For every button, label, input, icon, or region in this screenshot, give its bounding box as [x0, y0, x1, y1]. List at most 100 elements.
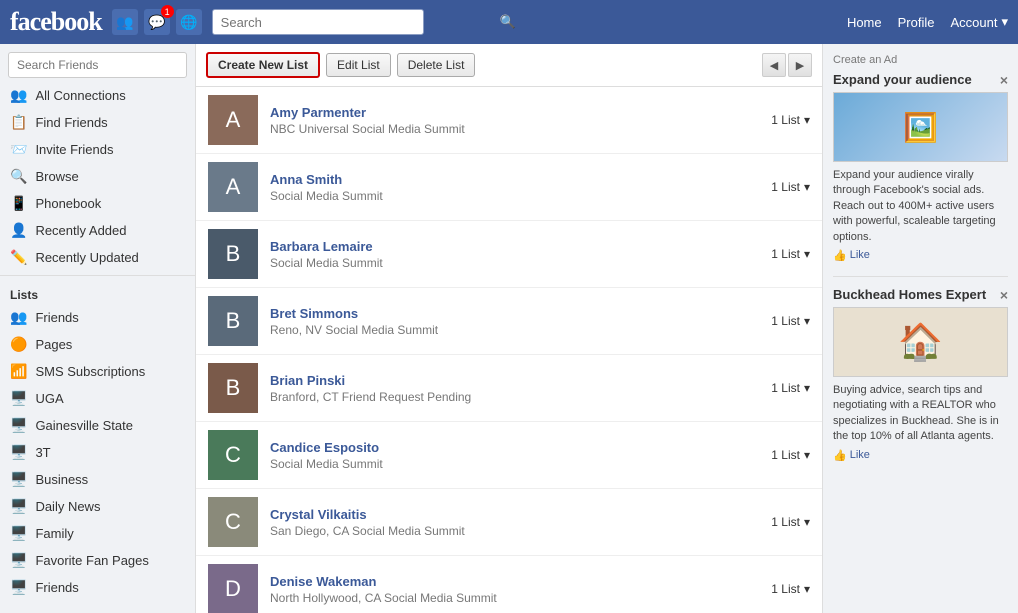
sidebar-item-gainesville[interactable]: 🖥️ Gainesville State [0, 412, 195, 439]
friend-name: Crystal Vilkaitis [270, 507, 771, 522]
sidebar-item-uga[interactable]: 🖥️ UGA [0, 385, 195, 412]
ad-1-like-button[interactable]: 👍 Like [833, 249, 1008, 262]
search-input[interactable] [212, 9, 424, 35]
chevron-down-icon: ▾ [804, 515, 810, 529]
friend-avatar: B [208, 363, 258, 413]
friend-info: Denise Wakeman North Hollywood, CA Socia… [270, 574, 771, 605]
friend-list-count: 1 List [771, 582, 800, 596]
ad-1-image: 🖼️ [833, 92, 1008, 162]
sidebar-label-find-friends: Find Friends [35, 115, 107, 130]
toolbar: Create New List Edit List Delete List ◀ … [196, 44, 822, 87]
friends-nav-icon[interactable]: 👥 [112, 9, 138, 35]
friend-list-action[interactable]: 1 List ▾ [771, 314, 810, 328]
sidebar-item-recently-added[interactable]: 👤 Recently Added [0, 217, 195, 244]
friend-list-count: 1 List [771, 247, 800, 261]
invite-friends-icon: 📨 [10, 141, 27, 158]
friend-sub: NBC Universal Social Media Summit [270, 122, 771, 136]
sidebar-item-friends2[interactable]: 🖥️ Friends [0, 574, 195, 601]
message-badge: 1 [161, 5, 174, 18]
top-navigation: facebook 👥 💬 1 🌐 🔍 Home Profile Account … [0, 0, 1018, 44]
friend-sub: Branford, CT Friend Request Pending [270, 390, 771, 404]
all-connections-icon: 👥 [10, 87, 27, 104]
create-new-list-button[interactable]: Create New List [206, 52, 320, 78]
close-ad-1-button[interactable]: × [1000, 72, 1008, 88]
facebook-logo[interactable]: facebook [10, 7, 102, 37]
sidebar-item-favorite-fan-pages[interactable]: 🖥️ Favorite Fan Pages [0, 547, 195, 574]
friend-row[interactable]: A Amy Parmenter NBC Universal Social Med… [196, 87, 822, 154]
friend-list-count: 1 List [771, 515, 800, 529]
gainesville-icon: 🖥️ [10, 417, 27, 434]
friend-row[interactable]: C Candice Esposito Social Media Summit 1… [196, 422, 822, 489]
search-friends-input[interactable] [8, 52, 187, 78]
sidebar-label-browse: Browse [35, 169, 78, 184]
friend-list-action[interactable]: 1 List ▾ [771, 381, 810, 395]
friend-avatar: A [208, 162, 258, 212]
account-button[interactable]: Account ▾ [950, 14, 1008, 30]
friend-list-action[interactable]: 1 List ▾ [771, 247, 810, 261]
right-sidebar: Create an Ad × Expand your audience 🖼️ E… [822, 44, 1018, 613]
sidebar-item-daily-news[interactable]: 🖥️ Daily News [0, 493, 195, 520]
friend-avatar: A [208, 95, 258, 145]
sidebar-item-all-connections[interactable]: 👥 All Connections [0, 82, 195, 109]
sidebar-item-pages[interactable]: 🟠 Pages [0, 331, 195, 358]
business-icon: 🖥️ [10, 471, 27, 488]
friend-row[interactable]: B Brian Pinski Branford, CT Friend Reque… [196, 355, 822, 422]
sidebar-item-invite-friends[interactable]: 📨 Invite Friends [0, 136, 195, 163]
create-ad-label[interactable]: Create an Ad [833, 54, 1008, 66]
sidebar-item-recently-updated[interactable]: ✏️ Recently Updated [0, 244, 195, 271]
thumbs-up-icon: 👍 [833, 249, 847, 262]
friend-row[interactable]: A Anna Smith Social Media Summit 1 List … [196, 154, 822, 221]
sidebar-label-sms: SMS Subscriptions [35, 364, 145, 379]
friend-avatar: C [208, 497, 258, 547]
sidebar-label-pages: Pages [35, 337, 72, 352]
uga-icon: 🖥️ [10, 390, 27, 407]
edit-list-button[interactable]: Edit List [326, 53, 391, 77]
sidebar-item-phonebook[interactable]: 📱 Phonebook [0, 190, 195, 217]
sms-icon: 📶 [10, 363, 27, 380]
sidebar-label-friends2: Friends [35, 580, 78, 595]
friend-sub: Social Media Summit [270, 457, 771, 471]
friend-avatar: B [208, 296, 258, 346]
sidebar-item-sms[interactable]: 📶 SMS Subscriptions [0, 358, 195, 385]
sidebar-item-family[interactable]: 🖥️ Family [0, 520, 195, 547]
sidebar-item-find-friends[interactable]: 📋 Find Friends [0, 109, 195, 136]
next-arrow-button[interactable]: ▶ [788, 53, 812, 77]
left-sidebar: 👥 All Connections 📋 Find Friends 📨 Invit… [0, 44, 196, 613]
friend-row[interactable]: B Bret Simmons Reno, NV Social Media Sum… [196, 288, 822, 355]
nav-icon-group: 👥 💬 1 🌐 [112, 9, 202, 35]
friend-list-action[interactable]: 1 List ▾ [771, 113, 810, 127]
sidebar-label-phonebook: Phonebook [35, 196, 101, 211]
delete-list-button[interactable]: Delete List [397, 53, 476, 77]
ad-2-like-button[interactable]: 👍 Like [833, 449, 1008, 462]
friend-info: Crystal Vilkaitis San Diego, CA Social M… [270, 507, 771, 538]
messages-nav-icon[interactable]: 💬 1 [144, 9, 170, 35]
friend-list-action[interactable]: 1 List ▾ [771, 582, 810, 596]
sidebar-label-invite-friends: Invite Friends [35, 142, 113, 157]
sidebar-label-all-connections: All Connections [35, 88, 125, 103]
sidebar-item-3t[interactable]: 🖥️ 3T [0, 439, 195, 466]
sidebar-item-browse[interactable]: 🔍 Browse [0, 163, 195, 190]
sidebar-label-uga: UGA [35, 391, 63, 406]
globe-nav-icon[interactable]: 🌐 [176, 9, 202, 35]
friend-avatar: C [208, 430, 258, 480]
close-ad-2-button[interactable]: × [1000, 287, 1008, 303]
friend-row[interactable]: B Barbara Lemaire Social Media Summit 1 … [196, 221, 822, 288]
prev-arrow-button[interactable]: ◀ [762, 53, 786, 77]
home-link[interactable]: Home [847, 15, 882, 30]
friend-list-action[interactable]: 1 List ▾ [771, 515, 810, 529]
friend-list-count: 1 List [771, 180, 800, 194]
friend-row[interactable]: C Crystal Vilkaitis San Diego, CA Social… [196, 489, 822, 556]
friend-sub: North Hollywood, CA Social Media Summit [270, 591, 771, 605]
friend-avatar: B [208, 229, 258, 279]
nav-right: Home Profile Account ▾ [847, 14, 1008, 30]
sidebar-label-daily-news: Daily News [35, 499, 100, 514]
friend-row[interactable]: D Denise Wakeman North Hollywood, CA Soc… [196, 556, 822, 613]
family-icon: 🖥️ [10, 525, 27, 542]
profile-link[interactable]: Profile [898, 15, 935, 30]
friend-list-action[interactable]: 1 List ▾ [771, 448, 810, 462]
friend-list-action[interactable]: 1 List ▾ [771, 180, 810, 194]
ad-1-title: Expand your audience [833, 72, 972, 87]
sidebar-item-friends[interactable]: 👥 Friends [0, 304, 195, 331]
sidebar-item-business[interactable]: 🖥️ Business [0, 466, 195, 493]
friend-name: Brian Pinski [270, 373, 771, 388]
